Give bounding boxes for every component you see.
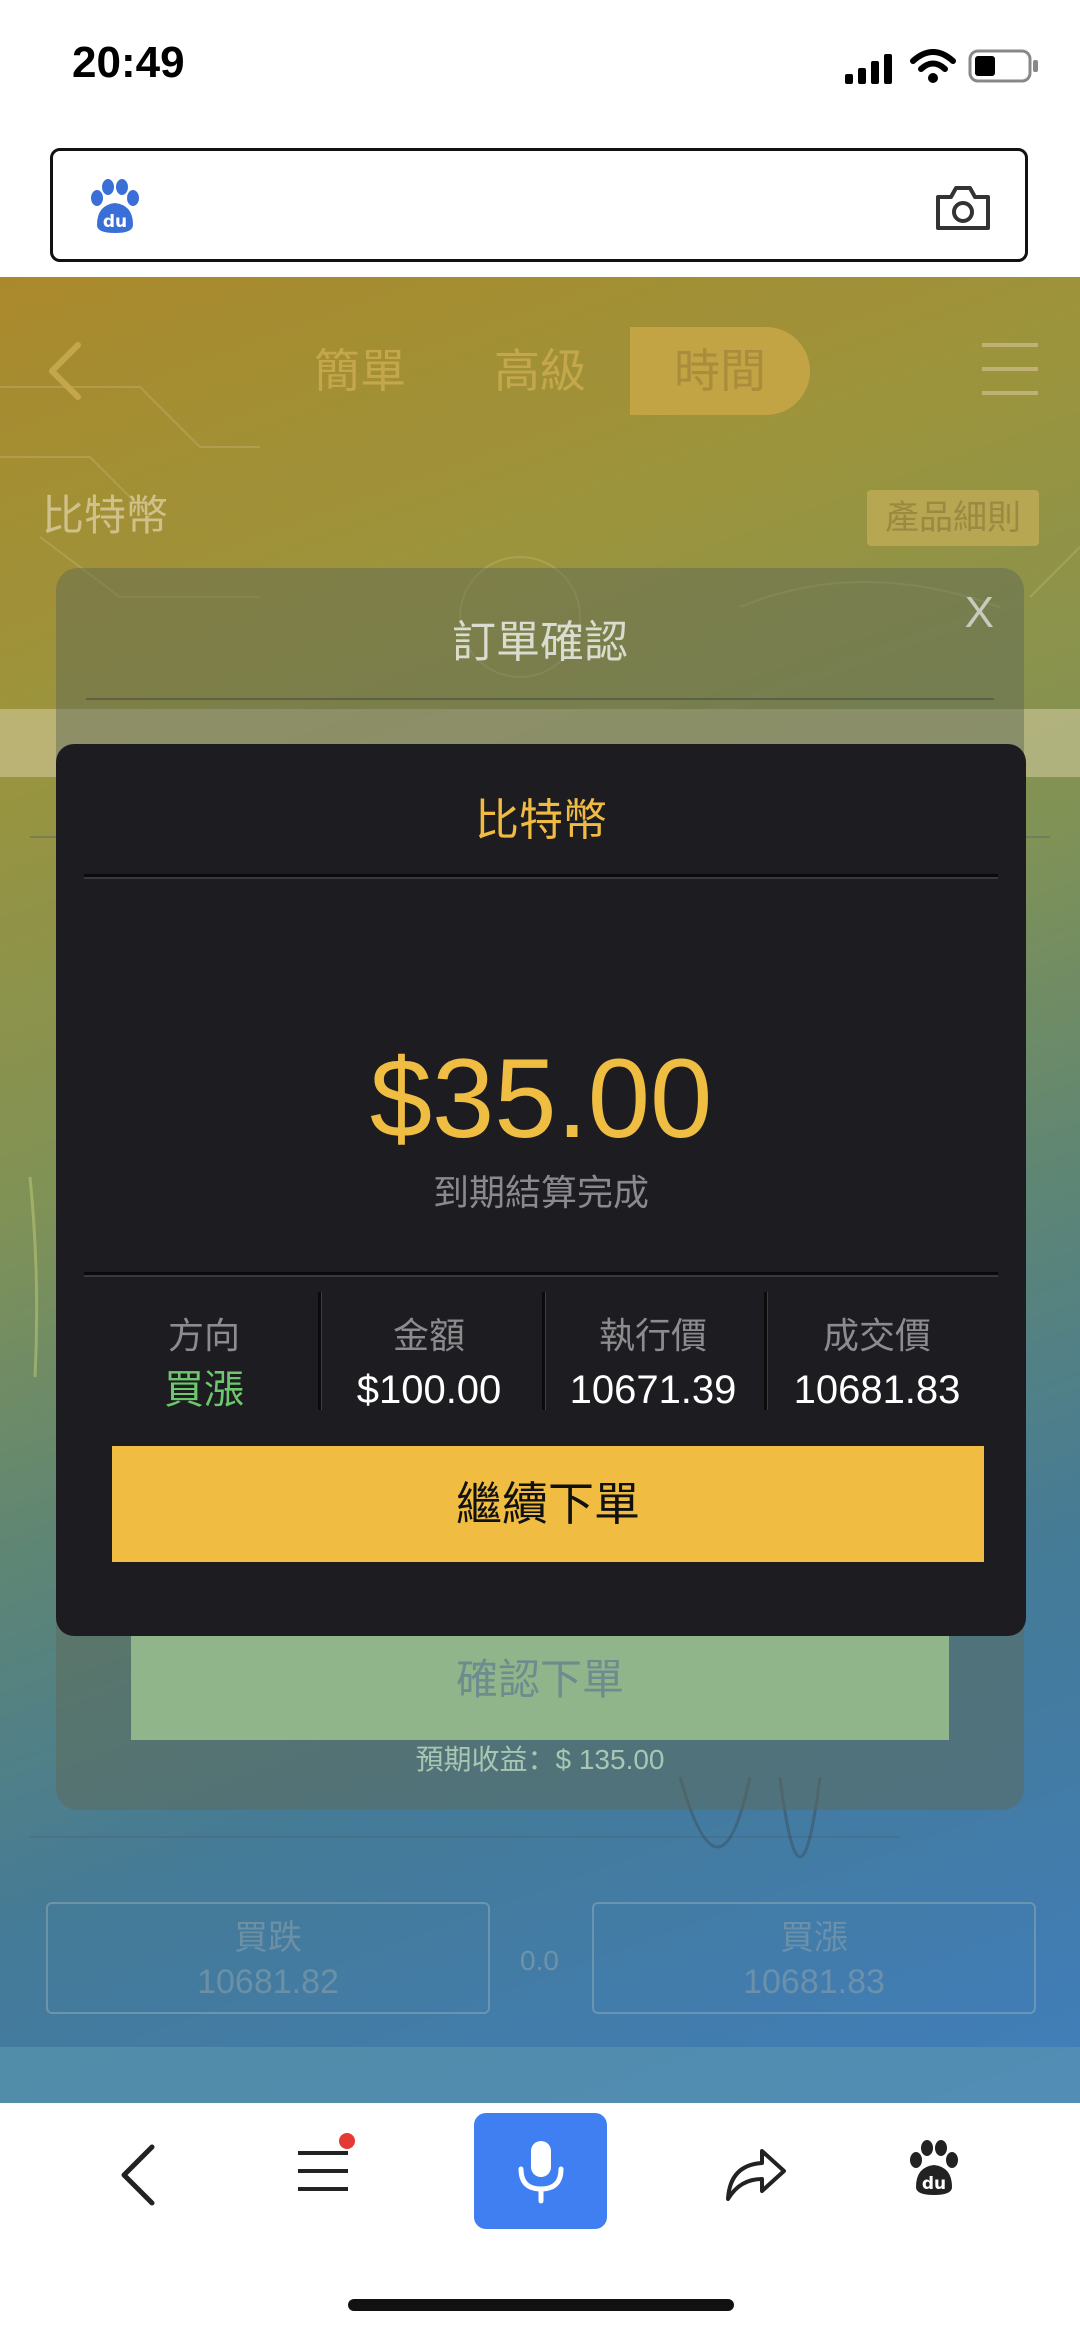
status-time: 20:49 bbox=[72, 38, 185, 87]
notification-dot bbox=[339, 2133, 355, 2149]
profit-amount: $35.00 bbox=[369, 1036, 713, 1161]
amount-label: 金額 bbox=[392, 1315, 465, 1356]
result-title: 比特幣 bbox=[475, 796, 607, 845]
direction-label: 方向 bbox=[167, 1315, 240, 1356]
confirm-order-button[interactable]: 確認下單 bbox=[131, 1620, 949, 1740]
battery-icon bbox=[968, 49, 1038, 83]
deal-price-value: 10681.83 bbox=[793, 1368, 961, 1412]
back-icon[interactable] bbox=[116, 2143, 160, 2207]
divider bbox=[84, 1272, 998, 1277]
svg-text:du: du bbox=[103, 212, 127, 232]
deal-price-label: 成交價 bbox=[822, 1315, 931, 1356]
result-modal: 比特幣 $35.00 到期結算完成 方向 買漲 金額 $100.00 執行價 1… bbox=[56, 744, 1026, 1636]
strike-price-column: 執行價 10671.39 bbox=[542, 1310, 764, 1418]
share-icon[interactable] bbox=[722, 2141, 788, 2203]
baidu-paw-icon[interactable]: du bbox=[87, 179, 143, 235]
amount-column: 金額 $100.00 bbox=[318, 1310, 540, 1418]
signal-icon bbox=[845, 54, 892, 84]
amount-value: $100.00 bbox=[356, 1368, 502, 1412]
mic-icon bbox=[518, 2141, 564, 2204]
menu-icon[interactable] bbox=[296, 2131, 358, 2201]
direction-column: 方向 買漲 bbox=[93, 1310, 315, 1418]
close-button[interactable]: X bbox=[965, 588, 994, 638]
wifi-icon bbox=[910, 49, 956, 83]
deal-price-column: 成交價 10681.83 bbox=[766, 1310, 988, 1418]
baidu-paw-icon[interactable]: du bbox=[906, 2139, 962, 2199]
expected-profit: 預期收益：$ 135.00 bbox=[415, 1744, 665, 1775]
strike-price-value: 10671.39 bbox=[569, 1368, 737, 1412]
divider bbox=[84, 874, 998, 879]
home-indicator bbox=[348, 2299, 734, 2311]
strike-price-label: 執行價 bbox=[598, 1315, 707, 1356]
direction-value: 買漲 bbox=[164, 1368, 244, 1412]
settlement-status: 到期結算完成 bbox=[432, 1172, 649, 1213]
confirm-title: 訂單確認 bbox=[452, 618, 628, 667]
continue-order-button[interactable]: 繼續下單 bbox=[112, 1446, 984, 1562]
camera-icon[interactable] bbox=[933, 183, 993, 233]
svg-text:du: du bbox=[922, 2174, 946, 2194]
address-bar[interactable]: du bbox=[50, 148, 1028, 262]
status-bar: 20:49 bbox=[0, 0, 1080, 130]
divider bbox=[86, 698, 994, 700]
voice-search-button[interactable] bbox=[474, 2113, 607, 2229]
browser-bottom-bar: du bbox=[0, 2103, 1080, 2339]
